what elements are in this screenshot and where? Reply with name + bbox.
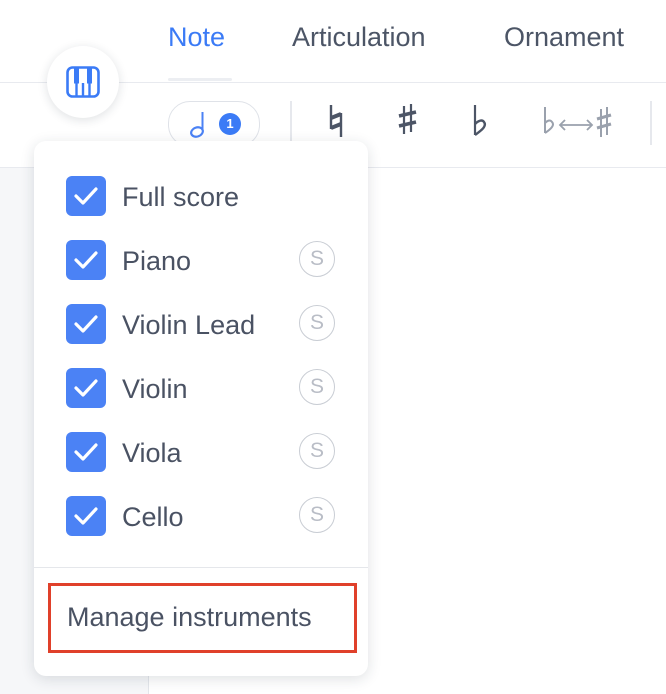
instrument-row-violin[interactable]: Violin S: [34, 358, 368, 418]
popup-divider: [34, 567, 368, 568]
solo-button[interactable]: S: [299, 305, 335, 341]
flat-icon[interactable]: [470, 103, 490, 144]
half-note-icon: [189, 110, 211, 143]
instrument-row-violin-lead[interactable]: Violin Lead S: [34, 294, 368, 354]
solo-button[interactable]: S: [299, 369, 335, 405]
cello-checkbox[interactable]: [66, 496, 106, 536]
enharmonic-flip-icon[interactable]: [540, 103, 616, 144]
piano-icon: [66, 66, 100, 98]
instrument-label: Cello: [122, 502, 184, 532]
toolbar-divider: [650, 101, 652, 145]
check-icon: [74, 251, 98, 269]
instrument-label: Viola: [122, 438, 182, 468]
tab-underline: [168, 78, 232, 81]
instrument-row-viola[interactable]: Viola S: [34, 422, 368, 482]
sharp-icon[interactable]: [396, 103, 418, 144]
manage-instruments-button[interactable]: Manage instruments: [48, 583, 357, 653]
natural-icon[interactable]: [326, 103, 346, 144]
violin-checkbox[interactable]: [66, 368, 106, 408]
instruments-popup: Full score Piano S Violin Lead S Violin …: [34, 141, 368, 676]
violin-lead-checkbox[interactable]: [66, 304, 106, 344]
full-score-checkbox[interactable]: [66, 176, 106, 216]
check-icon: [74, 187, 98, 205]
voice-count-badge: 1: [219, 113, 241, 135]
instrument-row-cello[interactable]: Cello S: [34, 486, 368, 546]
solo-button[interactable]: S: [299, 241, 335, 277]
check-icon: [74, 315, 98, 333]
instrument-label: Violin Lead: [122, 310, 256, 340]
check-icon: [74, 443, 98, 461]
instruments-toggle-button[interactable]: [47, 46, 119, 118]
manage-instruments-label: Manage instruments: [67, 602, 312, 632]
instrument-row-piano[interactable]: Piano S: [34, 230, 368, 290]
check-icon: [74, 379, 98, 397]
tab-articulation[interactable]: Articulation: [292, 22, 426, 53]
check-icon: [74, 507, 98, 525]
tab-ornament[interactable]: Ornament: [504, 22, 624, 53]
instrument-label: Violin: [122, 374, 188, 404]
solo-button[interactable]: S: [299, 497, 335, 533]
solo-button[interactable]: S: [299, 433, 335, 469]
toolbar-divider: [290, 101, 292, 145]
tab-note[interactable]: Note: [168, 22, 225, 53]
instrument-label: Full score: [122, 182, 240, 212]
piano-checkbox[interactable]: [66, 240, 106, 280]
viola-checkbox[interactable]: [66, 432, 106, 472]
instrument-label: Piano: [122, 246, 192, 276]
instrument-row-full-score[interactable]: Full score: [34, 166, 368, 226]
